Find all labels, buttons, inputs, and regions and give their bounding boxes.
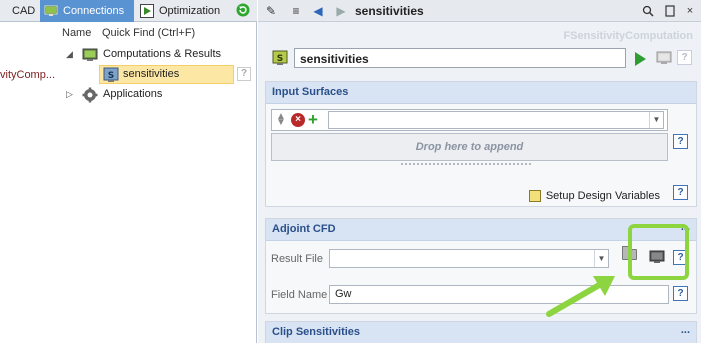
setup-design-variables-button[interactable]: Setup Design Variables (528, 190, 660, 202)
input-surfaces-section: Input Surfaces ▲ ▼ × + ▼ ? Drop here to a… (265, 81, 697, 207)
tree-panel: CAD Connections Optimization Name Quick … (0, 0, 257, 343)
properties-toolbar: ✎ ≡ ◀ ▶ sensitivities × (258, 0, 701, 22)
tab-cad[interactable]: CAD (0, 0, 40, 22)
sensitivity-node-icon: S (272, 50, 288, 66)
close-icon[interactable]: × (682, 3, 698, 19)
tree-item-applications[interactable]: ▷ Applications (0, 85, 257, 105)
pin-icon[interactable]: ✎ (263, 3, 279, 19)
object-name-field[interactable]: sensitivities (294, 48, 626, 68)
quick-find-input[interactable]: Quick Find (Ctrl+F) (102, 27, 195, 39)
sensitivity-node-icon: S (103, 67, 119, 83)
tab-cad-label: CAD (12, 5, 36, 17)
help-button[interactable]: ? (673, 185, 688, 200)
tab-connections-label: Connections (63, 5, 125, 17)
more-icon[interactable]: ... (681, 324, 690, 336)
monitor-icon (82, 47, 98, 63)
help-button[interactable]: ? (673, 134, 688, 149)
tree-item-label: sensitivities (123, 68, 180, 80)
forward-arrow-icon[interactable]: ▶ (333, 3, 349, 19)
restore-icon[interactable] (662, 3, 678, 19)
result-file-label: Result File (271, 253, 323, 265)
tree-item-computations[interactable]: ◢ Computations & Results (0, 45, 257, 65)
gear-icon (82, 87, 98, 103)
refresh-button[interactable] (233, 0, 253, 22)
properties-panel: ✎ ≡ ◀ ▶ sensitivities × FSensitivityComp… (258, 0, 701, 343)
tab-optimization-label: Optimization (159, 5, 221, 17)
tree-column-header: Name Quick Find (Ctrl+F) (0, 24, 257, 42)
tree-item-sensitivities[interactable]: S sensitivities (0, 65, 257, 85)
remove-icon[interactable]: × (291, 113, 305, 127)
chevron-down-icon[interactable]: ▼ (649, 112, 663, 128)
surface-select[interactable]: ▼ (328, 111, 664, 129)
tree-item-label: Applications (103, 88, 163, 100)
add-icon[interactable]: + (308, 110, 318, 130)
svg-text:S: S (108, 71, 114, 81)
collapsed-arrow-icon[interactable]: ▷ (66, 89, 73, 100)
search-icon[interactable] (640, 3, 656, 19)
class-name: FSensitivityComputation (563, 30, 693, 42)
monitor-icon[interactable] (656, 50, 672, 69)
menu-icon[interactable]: ≡ (288, 3, 304, 19)
back-arrow-icon[interactable]: ◀ (310, 3, 326, 19)
play-box-icon (140, 4, 154, 18)
setup-design-variables-label: Setup Design Variables (545, 190, 660, 202)
sort-icon[interactable]: ▲ ▼ (276, 112, 286, 128)
monitor-icon (44, 4, 58, 18)
drop-zone[interactable]: Drop here to append (271, 133, 668, 161)
design-variables-icon (528, 190, 541, 202)
section-header[interactable]: Input Surfaces (266, 82, 696, 104)
help-button[interactable]: ? (237, 67, 251, 81)
section-header[interactable]: Clip Sensitivities ... (266, 322, 696, 343)
panel-title: sensitivities (355, 4, 424, 18)
chevron-down-icon[interactable]: ▼ (594, 250, 608, 267)
result-file-select[interactable]: ▼ (329, 249, 609, 268)
refresh-icon (236, 3, 250, 20)
help-button[interactable]: ? (677, 50, 692, 65)
svg-text:S: S (277, 54, 283, 64)
field-name-label: Field Name (271, 289, 328, 301)
clip-sensitivities-section: Clip Sensitivities ... (265, 321, 697, 343)
expanded-arrow-icon[interactable]: ◢ (66, 49, 73, 60)
pointer-arrow (546, 276, 615, 317)
name-column-header[interactable]: Name (62, 27, 91, 39)
resize-grip[interactable] (401, 163, 531, 165)
tab-connections[interactable]: Connections (40, 0, 134, 22)
section-title: Adjoint CFD (272, 223, 336, 235)
tree-item-label: Computations & Results (103, 48, 221, 60)
section-title: Clip Sensitivities (272, 326, 361, 338)
tab-optimization[interactable]: Optimization (136, 0, 230, 22)
highlight-box (628, 224, 689, 280)
help-button[interactable]: ? (673, 286, 688, 301)
run-icon[interactable] (635, 52, 646, 66)
surface-list-row: ▲ ▼ × + ▼ (271, 109, 668, 131)
left-tab-bar: CAD Connections Optimization (0, 0, 257, 22)
section-title: Input Surfaces (272, 86, 349, 98)
